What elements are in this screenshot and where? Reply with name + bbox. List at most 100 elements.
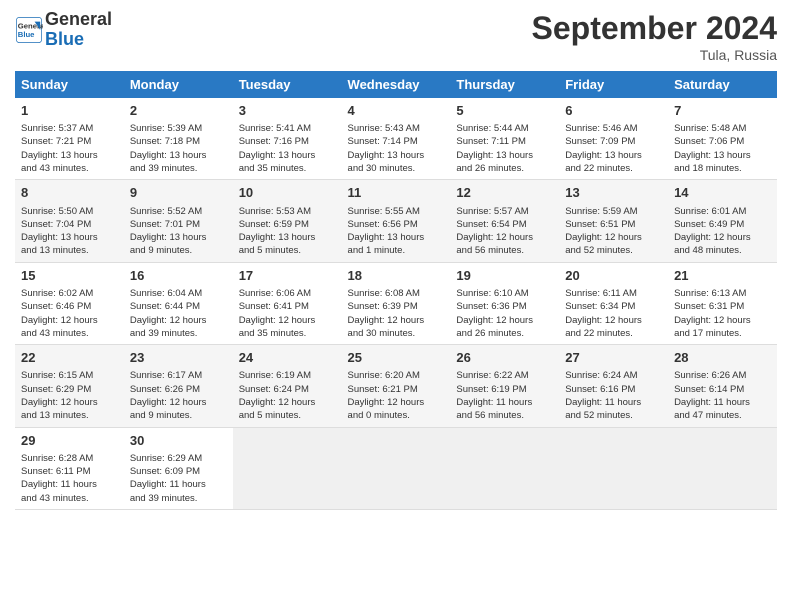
day-detail: Sunset: 7:16 PM [239,135,336,148]
day-detail: and 39 minutes. [130,162,227,175]
calendar-cell: 3 Sunrise: 5:41 AMSunset: 7:16 PMDaylight… [233,98,342,180]
weekday-header-saturday: Saturday [668,71,777,98]
calendar-cell [559,427,668,509]
calendar-cell [342,427,451,509]
day-detail: Sunset: 6:56 PM [348,218,445,231]
day-detail: Sunrise: 6:29 AM [130,452,227,465]
day-number: 18 [348,267,445,285]
day-detail: Sunset: 6:51 PM [565,218,662,231]
svg-text:Blue: Blue [18,30,35,39]
day-detail: Daylight: 11 hours [674,396,771,409]
day-detail: Daylight: 13 hours [674,149,771,162]
day-detail: and 39 minutes. [130,492,227,505]
calendar-cell: 10Sunrise: 5:53 AMSunset: 6:59 PMDayligh… [233,180,342,262]
day-detail: Sunrise: 6:04 AM [130,287,227,300]
day-detail: and 30 minutes. [348,162,445,175]
calendar-cell: 4 Sunrise: 5:43 AMSunset: 7:14 PMDaylight… [342,98,451,180]
day-detail: and 13 minutes. [21,409,118,422]
day-detail: and 0 minutes. [348,409,445,422]
day-detail: Sunrise: 6:17 AM [130,369,227,382]
day-detail: and 39 minutes. [130,327,227,340]
day-detail: and 13 minutes. [21,244,118,257]
day-detail: Sunrise: 6:24 AM [565,369,662,382]
day-detail: Daylight: 12 hours [348,396,445,409]
day-detail: and 22 minutes. [565,327,662,340]
calendar-cell: 29Sunrise: 6:28 AMSunset: 6:11 PMDayligh… [15,427,124,509]
day-detail: Daylight: 13 hours [239,149,336,162]
day-number: 20 [565,267,662,285]
weekday-header-monday: Monday [124,71,233,98]
calendar-cell: 26Sunrise: 6:22 AMSunset: 6:19 PMDayligh… [450,345,559,427]
day-number: 2 [130,102,227,120]
page: General Blue General Blue September 2024… [0,0,792,520]
calendar-cell: 19Sunrise: 6:10 AMSunset: 6:36 PMDayligh… [450,262,559,344]
day-detail: Sunset: 7:14 PM [348,135,445,148]
day-detail: Sunset: 6:41 PM [239,300,336,313]
day-number: 17 [239,267,336,285]
day-detail: and 30 minutes. [348,327,445,340]
calendar-cell: 25Sunrise: 6:20 AMSunset: 6:21 PMDayligh… [342,345,451,427]
calendar-cell: 11Sunrise: 5:55 AMSunset: 6:56 PMDayligh… [342,180,451,262]
day-number: 3 [239,102,336,120]
day-number: 22 [21,349,118,367]
logo-text: General Blue [45,10,112,50]
calendar-cell: 22Sunrise: 6:15 AMSunset: 6:29 PMDayligh… [15,345,124,427]
day-detail: Daylight: 12 hours [21,314,118,327]
day-detail: and 43 minutes. [21,162,118,175]
day-number: 15 [21,267,118,285]
day-detail: and 56 minutes. [456,244,553,257]
day-number: 12 [456,184,553,202]
day-detail: Sunset: 6:21 PM [348,383,445,396]
weekday-header-wednesday: Wednesday [342,71,451,98]
header: General Blue General Blue September 2024… [15,10,777,63]
day-number: 29 [21,432,118,450]
week-row-2: 8Sunrise: 5:50 AMSunset: 7:04 PMDaylight… [15,180,777,262]
week-row-4: 22Sunrise: 6:15 AMSunset: 6:29 PMDayligh… [15,345,777,427]
day-detail: Sunset: 6:14 PM [674,383,771,396]
day-detail: Sunset: 6:34 PM [565,300,662,313]
day-number: 28 [674,349,771,367]
day-detail: Sunset: 6:31 PM [674,300,771,313]
day-detail: Sunrise: 6:02 AM [21,287,118,300]
day-detail: Daylight: 13 hours [348,149,445,162]
day-detail: Sunrise: 5:43 AM [348,122,445,135]
day-detail: Daylight: 11 hours [456,396,553,409]
day-detail: and 5 minutes. [239,409,336,422]
calendar-cell: 2Sunrise: 5:39 AMSunset: 7:18 PMDaylight… [124,98,233,180]
day-detail: Sunset: 7:21 PM [21,135,118,148]
day-number: 7 [674,102,771,120]
day-detail: Sunset: 7:09 PM [565,135,662,148]
logo: General Blue General Blue [15,10,112,50]
calendar-cell: 18Sunrise: 6:08 AMSunset: 6:39 PMDayligh… [342,262,451,344]
day-detail: Sunrise: 6:26 AM [674,369,771,382]
day-detail: and 47 minutes. [674,409,771,422]
day-detail: Sunrise: 5:50 AM [21,205,118,218]
calendar-cell: 21Sunrise: 6:13 AMSunset: 6:31 PMDayligh… [668,262,777,344]
day-detail: and 35 minutes. [239,162,336,175]
day-detail: and 43 minutes. [21,492,118,505]
day-number: 4 [348,102,445,120]
calendar-cell: 8Sunrise: 5:50 AMSunset: 7:04 PMDaylight… [15,180,124,262]
day-detail: and 18 minutes. [674,162,771,175]
day-detail: Sunset: 7:01 PM [130,218,227,231]
day-detail: Sunrise: 6:06 AM [239,287,336,300]
day-number: 6 [565,102,662,120]
calendar-cell [450,427,559,509]
day-detail: Sunset: 7:18 PM [130,135,227,148]
day-detail: Sunrise: 5:41 AM [239,122,336,135]
day-detail: and 26 minutes. [456,327,553,340]
location: Tula, Russia [532,47,777,63]
day-detail: Sunrise: 6:28 AM [21,452,118,465]
calendar-cell: 17Sunrise: 6:06 AMSunset: 6:41 PMDayligh… [233,262,342,344]
calendar-cell: 24Sunrise: 6:19 AMSunset: 6:24 PMDayligh… [233,345,342,427]
day-detail: Daylight: 13 hours [130,149,227,162]
weekday-header-sunday: Sunday [15,71,124,98]
weekday-header-friday: Friday [559,71,668,98]
calendar-cell: 5Sunrise: 5:44 AMSunset: 7:11 PMDaylight… [450,98,559,180]
day-detail: Sunrise: 5:59 AM [565,205,662,218]
calendar-cell: 15Sunrise: 6:02 AMSunset: 6:46 PMDayligh… [15,262,124,344]
day-detail: Daylight: 12 hours [456,314,553,327]
calendar-cell: 9Sunrise: 5:52 AMSunset: 7:01 PMDaylight… [124,180,233,262]
day-detail: Daylight: 11 hours [130,478,227,491]
calendar-cell: 16Sunrise: 6:04 AMSunset: 6:44 PMDayligh… [124,262,233,344]
